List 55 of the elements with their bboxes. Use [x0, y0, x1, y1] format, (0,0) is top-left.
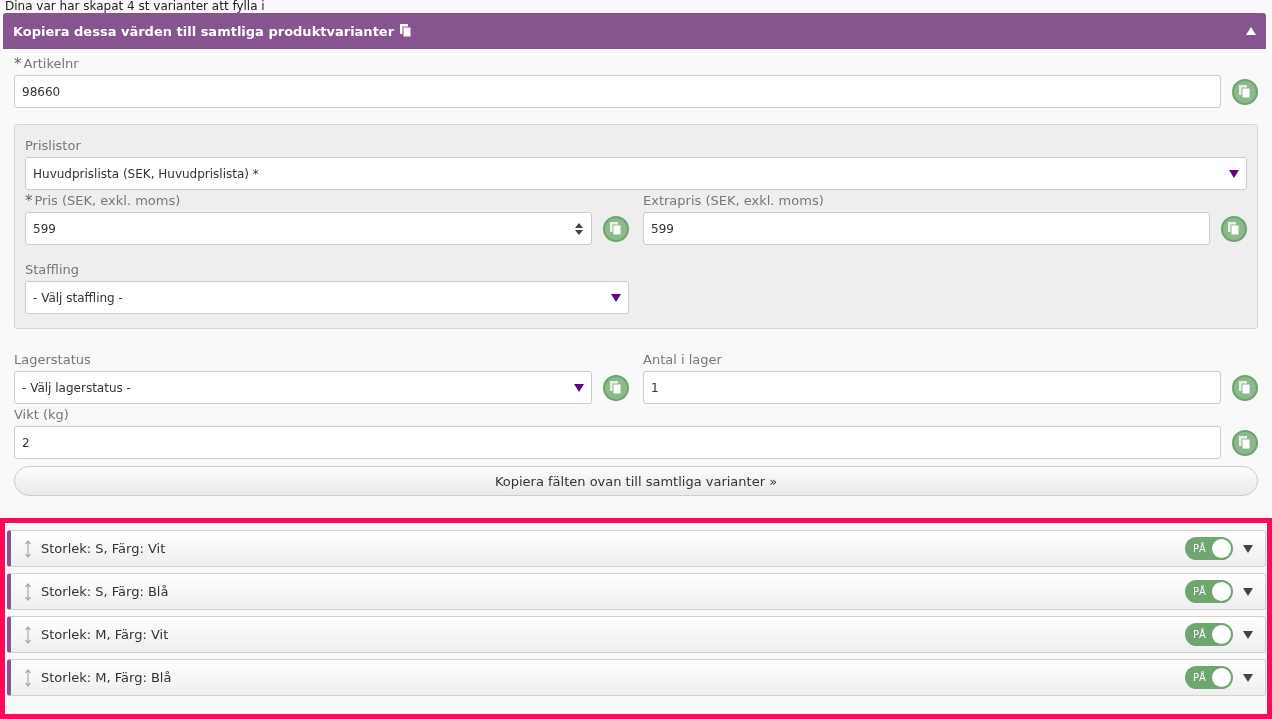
- caret-icon: [1243, 630, 1253, 639]
- copy-button[interactable]: [1221, 215, 1247, 242]
- field-label: Artikelnr: [23, 55, 79, 72]
- copy-button[interactable]: [1232, 374, 1258, 401]
- caret-icon: [611, 293, 621, 302]
- caret-icon: [1243, 673, 1253, 682]
- field-label: Pris (SEK, exkl. moms): [34, 192, 181, 209]
- field-label: Staffling: [25, 261, 79, 278]
- drag-handle-icon[interactable]: [25, 625, 31, 644]
- drag-handle-icon[interactable]: [25, 668, 31, 687]
- variant-row[interactable]: Storlek: M, Färg: Blå PÅ: [7, 659, 1266, 696]
- copy-icon: [1228, 221, 1240, 236]
- intro-text: Dina var har skapat 4 st varianter att fylla i: [4, 0, 266, 13]
- select-field[interactable]: - Välj lagerstatus -: [14, 371, 592, 404]
- panel-header[interactable]: Kopiera dessa värden till samtliga produktvarianter: [3, 13, 1266, 49]
- caret-icon: [574, 383, 584, 392]
- input-field[interactable]: 98660: [14, 75, 1221, 108]
- caret-icon: [1243, 587, 1253, 596]
- copy-fields-button[interactable]: Kopiera fälten ovan till samtliga varianter »: [14, 466, 1258, 496]
- input-field[interactable]: 2: [14, 426, 1221, 459]
- copy-icon: [400, 24, 413, 38]
- field-label: Vikt (kg): [14, 406, 69, 423]
- field-label: Extrapris (SEK, exkl. moms): [643, 192, 824, 209]
- variant-title: Storlek: M, Färg: Vit: [41, 627, 170, 642]
- drag-handle-icon[interactable]: [25, 582, 31, 601]
- copy-button[interactable]: [603, 215, 629, 242]
- field-label: Prislistor: [25, 137, 81, 154]
- required-mark: *: [14, 55, 22, 73]
- copy-button[interactable]: [1232, 429, 1258, 456]
- caret-icon: [1246, 27, 1256, 35]
- variant-title: Storlek: S, Färg: Blå: [41, 584, 170, 599]
- input-field[interactable]: 1: [643, 371, 1221, 404]
- copy-button[interactable]: [1232, 78, 1258, 105]
- input-field[interactable]: 599: [643, 212, 1210, 245]
- copy-icon: [610, 380, 622, 395]
- variant-title: Storlek: M, Färg: Blå: [41, 670, 173, 685]
- variant-row[interactable]: Storlek: S, Färg: Blå PÅ: [7, 573, 1266, 610]
- spinner-icon[interactable]: [574, 221, 584, 236]
- copy-icon: [1239, 380, 1251, 395]
- caret-icon: [1229, 169, 1239, 178]
- copy-icon: [1239, 84, 1251, 99]
- copy-icon: [610, 221, 622, 236]
- input-field[interactable]: 599: [25, 212, 592, 245]
- select-field[interactable]: - Välj staffling -: [25, 281, 629, 314]
- caret-icon: [1243, 544, 1253, 553]
- variant-row[interactable]: Storlek: M, Färg: Vit PÅ: [7, 616, 1266, 653]
- required-mark: *: [25, 192, 33, 210]
- copy-button[interactable]: [603, 374, 629, 401]
- variant-row[interactable]: Storlek: S, Färg: Vit PÅ: [7, 530, 1266, 567]
- select-field[interactable]: Huvudprislista (SEK, Huvudprislista) *: [25, 157, 1247, 190]
- variant-title: Storlek: S, Färg: Vit: [41, 541, 167, 556]
- field-label: Antal i lager: [643, 351, 722, 368]
- drag-handle-icon[interactable]: [25, 539, 31, 558]
- copy-icon: [1239, 435, 1251, 450]
- field-label: Lagerstatus: [14, 351, 91, 368]
